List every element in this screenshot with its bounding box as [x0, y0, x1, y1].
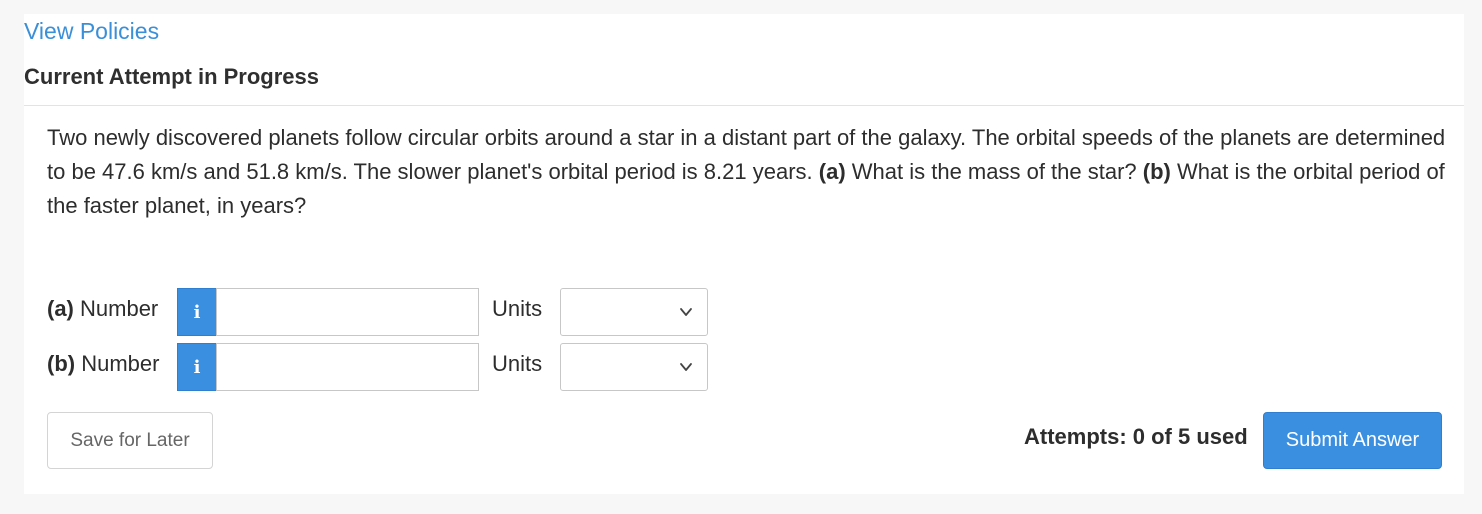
units-select-b[interactable] — [560, 343, 708, 391]
question-part-b-marker: (b) — [1142, 159, 1171, 184]
number-input-b[interactable] — [216, 343, 479, 391]
number-input-a[interactable] — [216, 288, 479, 336]
info-glyph: i — [193, 356, 201, 378]
question-text-part-2: What is the mass of the star? — [845, 159, 1143, 184]
attempts-counter: Attempts: 0 of 5 used — [1024, 424, 1248, 449]
chevron-down-icon — [680, 363, 692, 371]
answer-marker-b: (b) — [47, 351, 76, 376]
info-glyph: i — [193, 301, 201, 323]
units-select-a[interactable] — [560, 288, 708, 336]
answer-label-text-b: Number — [75, 351, 160, 376]
chevron-down-icon — [680, 308, 692, 316]
question-part-a-marker: (a) — [818, 159, 846, 184]
answer-marker-a: (a) — [47, 296, 74, 321]
units-label-a: Units — [492, 296, 543, 321]
answer-label-b: (b) Number — [47, 351, 159, 377]
answer-label-a: (a) Number — [47, 296, 158, 322]
question-text: Two newly discovered planets follow circ… — [47, 121, 1447, 223]
view-policies-link[interactable]: View Policies — [24, 18, 159, 45]
info-icon[interactable]: i — [177, 288, 217, 336]
save-for-later-button[interactable]: Save for Later — [47, 412, 213, 469]
answer-label-text-a: Number — [73, 296, 159, 321]
units-label-b: Units — [492, 351, 543, 376]
attempt-status-title: Current Attempt in Progress — [24, 64, 320, 89]
submit-answer-button[interactable]: Submit Answer — [1263, 412, 1442, 469]
info-icon[interactable]: i — [177, 343, 217, 391]
header-divider — [24, 105, 1464, 106]
